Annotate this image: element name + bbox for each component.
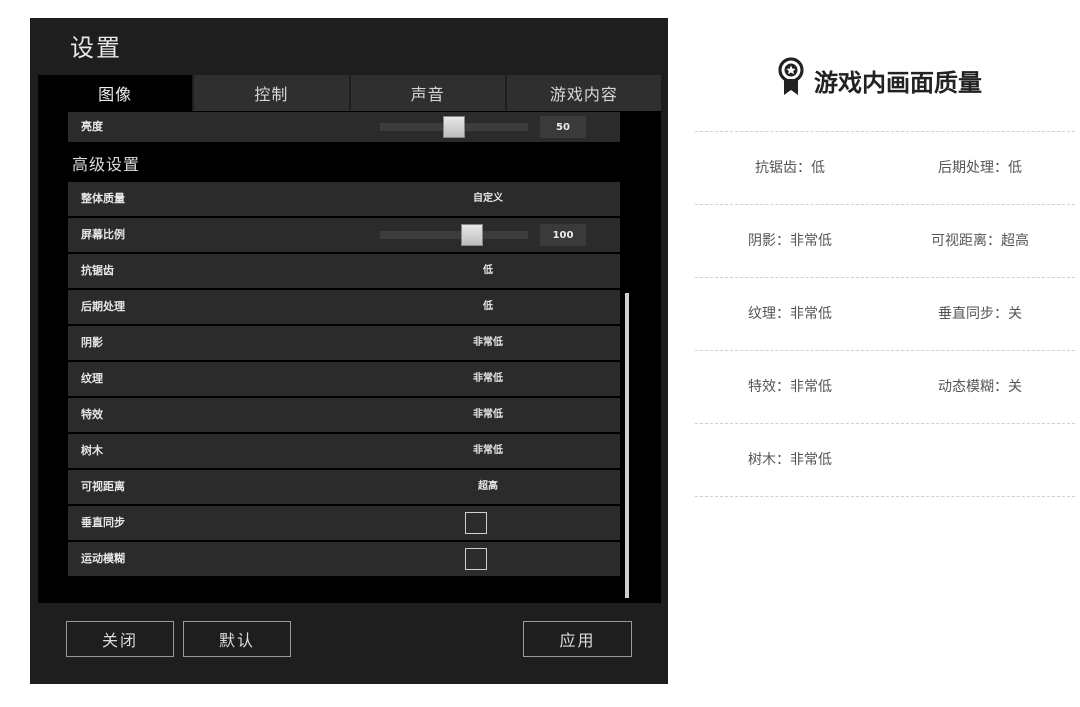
table-row: 纹理：非常低 垂直同步：关 xyxy=(695,278,1075,351)
settings-content: 亮度 50 高级设置 整体质量 自定义 屏幕比例 100 抗锯齿 低 后期处理 … xyxy=(38,111,661,603)
window-title: 设置 xyxy=(70,34,122,62)
table-row: 特效：非常低 动态模糊：关 xyxy=(695,351,1075,424)
table-row: 阴影：非常低 可视距离：超高 xyxy=(695,205,1075,278)
anti-aliasing-row[interactable]: 抗锯齿 低 xyxy=(68,254,620,288)
effects-value[interactable]: 非常低 xyxy=(473,398,503,432)
summary-item: 树木：非常低 xyxy=(748,452,832,468)
tab-graphics[interactable]: 图像 xyxy=(38,75,193,111)
motion-blur-row: 运动模糊 xyxy=(68,542,620,576)
quality-panel-title: 游戏内画面质量 xyxy=(778,57,982,103)
table-row: 树木：非常低 xyxy=(695,424,1075,497)
summary-item: 后期处理：低 xyxy=(938,160,1022,176)
shadows-value[interactable]: 非常低 xyxy=(473,326,503,360)
default-button[interactable]: 默认 xyxy=(183,621,291,657)
screen-scale-row: 屏幕比例 xyxy=(68,218,620,252)
settings-window: 设置 图像 控制 声音 游戏内容 亮度 50 高级设置 整体质量 自定义 屏幕比… xyxy=(30,18,668,684)
post-processing-value[interactable]: 低 xyxy=(483,290,493,324)
trees-value[interactable]: 非常低 xyxy=(473,434,503,468)
textures-row[interactable]: 纹理 非常低 xyxy=(68,362,620,396)
view-distance-label: 可视距离 xyxy=(81,480,125,493)
summary-item: 垂直同步：关 xyxy=(938,306,1022,322)
shadows-label: 阴影 xyxy=(81,336,103,349)
trees-row[interactable]: 树木 非常低 xyxy=(68,434,620,468)
tab-sound[interactable]: 声音 xyxy=(350,75,505,111)
tab-game-content[interactable]: 游戏内容 xyxy=(506,75,661,111)
vsync-row: 垂直同步 xyxy=(68,506,620,540)
quality-summary-table: 抗锯齿：低 后期处理：低 阴影：非常低 可视距离：超高 纹理：非常低 垂直同步：… xyxy=(695,131,1075,497)
summary-item: 特效：非常低 xyxy=(748,379,832,395)
summary-item: 抗锯齿：低 xyxy=(755,160,825,176)
textures-label: 纹理 xyxy=(81,372,103,385)
vsync-label: 垂直同步 xyxy=(81,516,125,529)
advanced-settings-heading: 高级设置 xyxy=(72,155,141,174)
post-processing-label: 后期处理 xyxy=(81,300,125,313)
effects-row[interactable]: 特效 非常低 xyxy=(68,398,620,432)
view-distance-value[interactable]: 超高 xyxy=(478,470,498,504)
vsync-checkbox[interactable] xyxy=(465,512,487,534)
summary-item: 可视距离：超高 xyxy=(931,233,1029,249)
motion-blur-checkbox[interactable] xyxy=(465,548,487,570)
motion-blur-label: 运动模糊 xyxy=(81,552,125,565)
summary-item: 阴影：非常低 xyxy=(748,233,832,249)
summary-item: 动态模糊：关 xyxy=(938,379,1022,395)
brightness-slider-thumb[interactable] xyxy=(443,116,465,138)
screen-scale-label: 屏幕比例 xyxy=(81,228,125,241)
anti-aliasing-value[interactable]: 低 xyxy=(483,254,493,288)
apply-button[interactable]: 应用 xyxy=(523,621,632,657)
effects-label: 特效 xyxy=(81,408,103,421)
brightness-row: 亮度 xyxy=(68,112,620,142)
summary-item: 纹理：非常低 xyxy=(748,306,832,322)
tab-bar: 图像 控制 声音 游戏内容 xyxy=(38,75,661,111)
textures-value[interactable]: 非常低 xyxy=(473,362,503,396)
brightness-label: 亮度 xyxy=(81,120,103,133)
table-row: 抗锯齿：低 后期处理：低 xyxy=(695,132,1075,205)
screen-scale-slider-thumb[interactable] xyxy=(460,224,483,246)
panel-title-text: 游戏内画面质量 xyxy=(814,68,982,97)
overall-quality-row[interactable]: 整体质量 自定义 xyxy=(68,182,620,216)
shadows-row[interactable]: 阴影 非常低 xyxy=(68,326,620,360)
tab-controls[interactable]: 控制 xyxy=(194,75,349,111)
scrollbar[interactable] xyxy=(625,293,629,598)
screen-scale-slider[interactable] xyxy=(380,231,528,239)
screen-scale-value[interactable]: 100 xyxy=(540,224,586,246)
overall-quality-value[interactable]: 自定义 xyxy=(473,182,503,216)
view-distance-row[interactable]: 可视距离 超高 xyxy=(68,470,620,504)
brightness-value[interactable]: 50 xyxy=(540,116,586,138)
anti-aliasing-label: 抗锯齿 xyxy=(81,264,114,277)
overall-quality-label: 整体质量 xyxy=(81,192,125,205)
award-badge-icon xyxy=(778,57,804,103)
post-processing-row[interactable]: 后期处理 低 xyxy=(68,290,620,324)
close-button[interactable]: 关闭 xyxy=(66,621,174,657)
trees-label: 树木 xyxy=(81,444,103,457)
